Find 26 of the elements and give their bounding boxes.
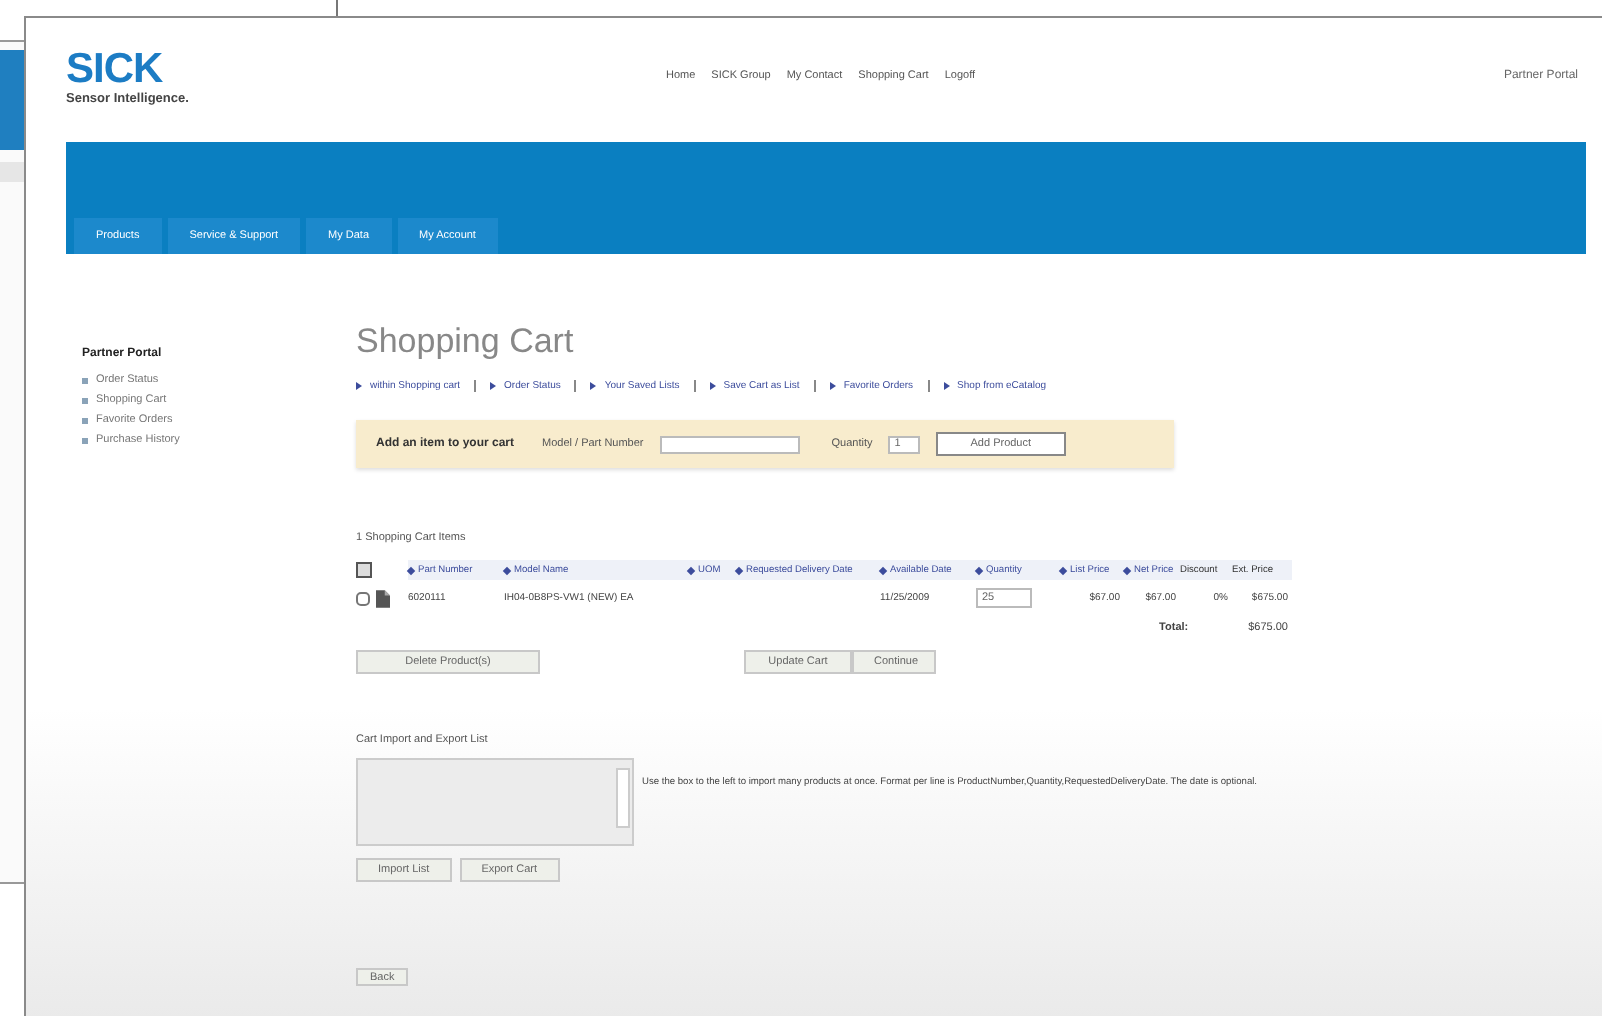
sort-icon (406, 565, 416, 575)
arrow-icon (709, 382, 716, 390)
sort-icon (734, 565, 744, 575)
row-checkbox[interactable] (356, 591, 370, 605)
sort-icon (686, 565, 696, 575)
arrow-icon (829, 382, 836, 390)
bullet-icon (82, 417, 88, 423)
page-title: Shopping Cart (356, 322, 576, 362)
arrow-icon (590, 382, 597, 390)
logo: SICK (66, 47, 165, 91)
arrow-icon (943, 382, 950, 390)
sort-icon (1058, 565, 1068, 575)
sort-icon (878, 565, 888, 575)
arrow-icon (356, 382, 362, 390)
import-text-area[interactable] (356, 758, 634, 846)
bullet-icon (82, 377, 88, 383)
part-number-field[interactable] (659, 435, 800, 453)
bullet-icon (82, 397, 88, 403)
checkbox-icon[interactable] (356, 562, 372, 578)
arrow-icon (490, 382, 497, 390)
sort-icon (502, 565, 512, 575)
sort-icon (1122, 565, 1132, 575)
document-icon (376, 589, 390, 607)
bullet-icon (82, 437, 88, 443)
sort-icon (974, 565, 984, 575)
scrollbar[interactable] (616, 768, 630, 828)
